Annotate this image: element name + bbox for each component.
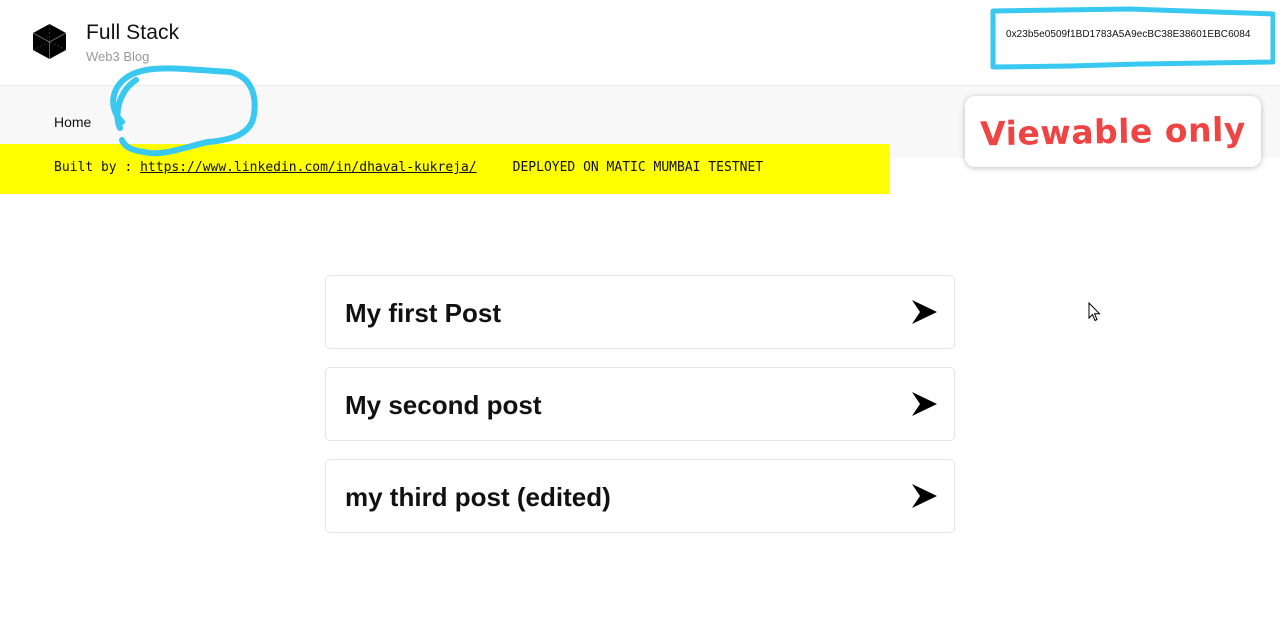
header: Full Stack Web3 Blog 0x23b5e0509f1BD1783… xyxy=(0,0,1280,86)
post-title: My first Post xyxy=(345,298,502,328)
chevron-right-icon xyxy=(912,300,937,324)
chevron-right-icon xyxy=(912,392,937,416)
post-title: My second post xyxy=(345,390,542,420)
linkedin-link[interactable]: https://www.linkedin.com/in/dhaval-kukre… xyxy=(140,160,477,175)
chevron-right-icon xyxy=(912,484,937,508)
wallet-address: 0x23b5e0509f1BD1783A5A9ecBC38E38601EBC60… xyxy=(1006,29,1251,40)
brand-subtitle: Web3 Blog xyxy=(86,49,150,64)
post-title: my third post (edited) xyxy=(345,482,611,512)
info-banner: Built by : https://www.linkedin.com/in/d… xyxy=(0,144,890,194)
mouse-cursor-icon xyxy=(1088,302,1101,322)
built-by-label: Built by : xyxy=(54,160,141,175)
banner-text: Built by : https://www.linkedin.com/in/d… xyxy=(54,160,763,175)
viewable-only-note: Viewable only xyxy=(965,96,1261,167)
post-card[interactable]: my third post (edited) xyxy=(325,459,955,533)
nav-home-link[interactable]: Home xyxy=(54,114,91,130)
note-text: Viewable only xyxy=(979,109,1247,154)
cube-icon[interactable] xyxy=(31,23,68,60)
deployed-text: DEPLOYED ON MATIC MUMBAI TESTNET xyxy=(512,160,764,175)
wallet-address-box: 0x23b5e0509f1BD1783A5A9ecBC38E38601EBC60… xyxy=(990,6,1275,70)
brand-title[interactable]: Full Stack xyxy=(86,21,179,45)
post-card[interactable]: My first Post xyxy=(325,275,955,349)
post-card[interactable]: My second post xyxy=(325,367,955,441)
